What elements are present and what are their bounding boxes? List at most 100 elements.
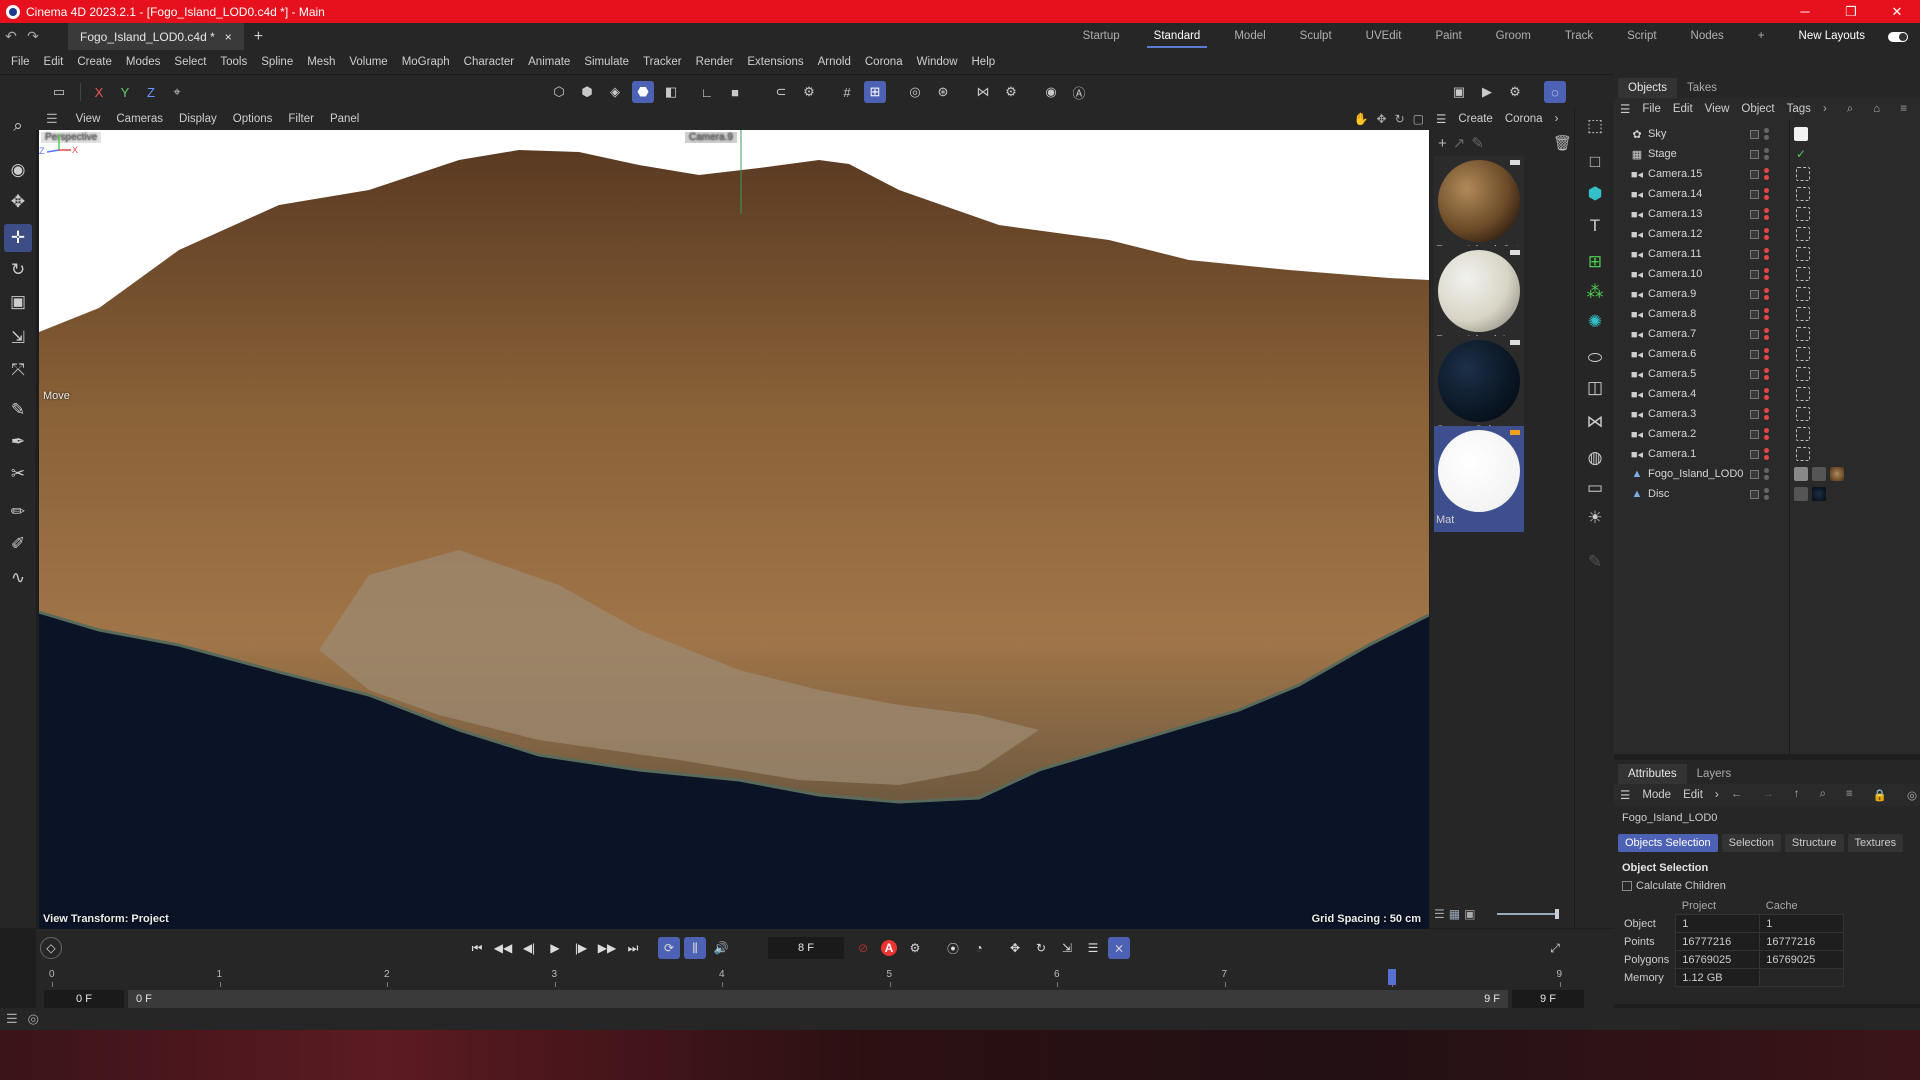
visibility-dots[interactable] [1764,368,1769,380]
layout-tab-standard[interactable]: Standard [1137,23,1218,50]
object-row[interactable]: ▲ Disc [1614,484,1920,504]
camera-target-tag-icon[interactable] [1796,447,1810,461]
filter-icon[interactable]: ≡ [1840,788,1859,802]
close-window-button[interactable]: ✕ [1874,0,1920,23]
camera-target-tag-icon[interactable] [1796,267,1810,281]
visibility-dots[interactable] [1764,488,1769,500]
object-row[interactable]: ■◂ Camera.11 [1614,244,1920,264]
layer-checkbox[interactable] [1750,209,1759,219]
layer-checkbox[interactable] [1750,389,1759,399]
search-icon[interactable]: ⌕ [4,112,32,140]
close-tab-icon[interactable]: × [225,30,232,44]
objects-menu-edit[interactable]: Edit [1667,103,1699,115]
previous-key-icon[interactable]: ◀◀ [492,937,514,959]
visibility-dots[interactable] [1764,168,1769,180]
brush-tool-icon[interactable]: ✏ [4,498,32,526]
object-row[interactable]: ■◂ Camera.12 [1614,224,1920,244]
frame-ruler[interactable]: 0123456789 [36,969,1614,987]
layer-checkbox[interactable] [1750,449,1759,459]
material-swatch[interactable]: Mat [1434,426,1524,532]
layout-tab-startup[interactable]: Startup [1066,23,1137,50]
previous-frame-icon[interactable]: ◀| [518,937,540,959]
new-object-icon[interactable]: ▭ [48,81,70,103]
layer-checkbox[interactable] [1750,409,1759,419]
object-row[interactable]: ▲ Fogo_Island_LOD0 [1614,464,1920,484]
camera-target-tag-icon[interactable] [1796,427,1810,441]
camera-view-icon[interactable]: ⬚ [1581,112,1609,140]
layer-checkbox[interactable] [1750,249,1759,259]
timeline-expand-icon[interactable]: ⤢ [1544,937,1566,959]
subtab-selection[interactable]: Selection [1721,834,1781,852]
camera-target-tag-icon[interactable] [1796,247,1810,261]
keyframe-settings-icon[interactable]: ⚙ [904,937,926,959]
scale-tool-icon[interactable]: ▣ [4,288,32,316]
axis-z-button[interactable]: Z [140,81,162,103]
cube-primitive-icon[interactable]: ⬢ [1581,180,1609,208]
object-row[interactable]: ■◂ Camera.6 [1614,344,1920,364]
key-rotation-icon[interactable]: ◔ [968,937,990,959]
edit-render-settings-icon[interactable]: ⚙ [1504,81,1526,103]
grid-view-icon[interactable]: ▦ [1449,907,1460,921]
object-row[interactable]: ■◂ Camera.13 [1614,204,1920,224]
key-pla-icon[interactable]: ⨯ [1108,937,1130,959]
layer-checkbox[interactable] [1750,269,1759,279]
corona-renderer-icon[interactable]: ◌ [1544,81,1566,103]
checkbox-box[interactable] [1622,881,1632,891]
menu-tracker[interactable]: Tracker [636,56,689,68]
material-menu-create[interactable]: Create [1452,113,1499,125]
menu-modes[interactable]: Modes [119,56,168,68]
pan-view-icon[interactable]: ✋ [1354,112,1369,126]
large-view-icon[interactable]: ▣ [1464,907,1475,921]
coordinate-system-icon[interactable]: ⌖ [166,81,188,103]
delete-material-icon[interactable]: 🗑 [1553,134,1572,152]
next-key-icon[interactable]: ▶▶ [596,937,618,959]
viewport-solo-icon[interactable]: ◉ [1040,81,1062,103]
add-material-icon[interactable]: + [1438,135,1447,152]
camera-target-tag-icon[interactable] [1796,387,1810,401]
material-hamburger-icon[interactable]: ☰ [1430,112,1452,126]
camera-target-tag-icon[interactable] [1796,167,1810,181]
edges-mode-icon[interactable]: ⬢ [576,81,598,103]
layout-tab-track[interactable]: Track [1548,23,1610,50]
minimize-button[interactable]: ─ [1782,0,1828,23]
render-view-icon[interactable]: ▣ [1448,81,1470,103]
axis-y-button[interactable]: Y [114,81,136,103]
3d-viewport[interactable]: Perspective Camera.9 Move View Transform… [39,130,1429,929]
visibility-dots[interactable] [1764,268,1769,280]
range-slider[interactable]: 0 F 9 F [128,990,1508,1008]
locked-workplane-icon[interactable]: ◎ [904,81,926,103]
layer-checkbox[interactable] [1750,429,1759,439]
soft-selection-icon[interactable]: ⊂ [770,81,792,103]
filter-icon[interactable]: ≡ [1894,103,1913,116]
camera-target-tag-icon[interactable] [1796,207,1810,221]
status-hamburger-icon[interactable]: ☰ [6,1011,18,1027]
visibility-dots[interactable] [1764,328,1769,340]
key-position-icon[interactable]: ⦿ [942,937,964,959]
home-icon[interactable]: ⌂ [1867,103,1886,116]
layout-tab-nodes[interactable]: Nodes [1674,23,1741,50]
key-move-icon[interactable]: ✥ [1004,937,1026,959]
up-arrow-icon[interactable]: ↑ [1788,788,1806,802]
menu-file[interactable]: File [4,56,37,68]
search-icon[interactable]: ⌕ [1814,788,1832,802]
more-menu-icon[interactable]: › [1709,789,1725,801]
move-view-icon[interactable]: ✥ [1377,112,1387,126]
object-row[interactable]: ■◂ Camera.15 [1614,164,1920,184]
playhead[interactable] [1388,969,1396,985]
viewport-menu-cameras[interactable]: Cameras [108,113,171,125]
layout-tab-script[interactable]: Script [1610,23,1673,50]
layer-checkbox[interactable] [1750,369,1759,379]
play-icon[interactable]: ▶ [544,937,566,959]
object-row[interactable]: ■◂ Camera.4 [1614,384,1920,404]
material-link-icon[interactable]: ↗ [1453,134,1466,152]
phong-tag-icon[interactable] [1794,467,1808,481]
deformer-icon[interactable]: ✺ [1581,308,1609,336]
viewport-menu-panel[interactable]: Panel [322,113,367,125]
transform-tool-icon[interactable]: ⇲ [4,324,32,352]
axis-x-button[interactable]: X [88,81,110,103]
auto-key-icon[interactable]: Ⓐ [1068,81,1090,103]
viewport-menu-options[interactable]: Options [225,113,281,125]
quantize-icon[interactable]: ⊛ [932,81,954,103]
menu-mesh[interactable]: Mesh [300,56,342,68]
visibility-dots[interactable] [1764,348,1769,360]
